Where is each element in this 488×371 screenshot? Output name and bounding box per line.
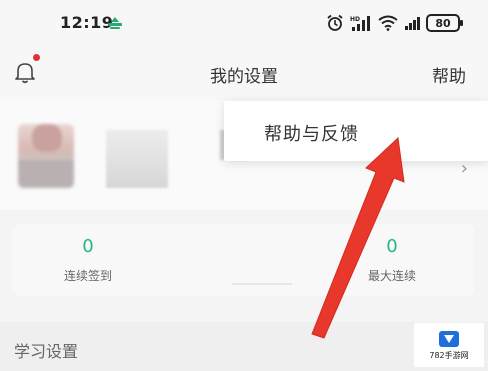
chevron-right-icon: ›	[460, 158, 468, 179]
svg-text:HD: HD	[350, 16, 360, 23]
learning-settings-title: 学习设置	[14, 342, 79, 361]
divider	[232, 283, 292, 285]
stat-value: 0	[82, 236, 94, 257]
status-bar: 12:19 HD 80	[0, 0, 488, 48]
stat-value: 0	[386, 236, 398, 257]
wifi-icon	[378, 15, 398, 31]
battery-indicator: 80	[426, 14, 463, 32]
page-title: 我的设置	[210, 67, 278, 87]
help-feedback-menu-item[interactable]: 帮助与反馈	[264, 120, 359, 146]
help-dropdown-menu: 帮助与反馈	[224, 101, 488, 161]
stat-label: 连续签到	[63, 269, 112, 283]
checkin-stats-card: 0 连续签到 0 最大连续	[12, 224, 474, 296]
signal-icon: HD	[350, 16, 370, 31]
app-notification-icon	[108, 17, 122, 29]
cellular-icon	[405, 17, 420, 30]
avatar[interactable]	[18, 124, 74, 188]
consecutive-checkin-stat: 0 连续签到	[18, 236, 158, 284]
help-button[interactable]: 帮助	[432, 62, 466, 87]
blurred-username	[106, 130, 168, 188]
stat-label: 最大连续	[367, 269, 416, 283]
watermark-logo-icon	[439, 330, 459, 347]
alarm-icon	[327, 14, 343, 31]
top-nav-bar: 我的设置 帮助	[0, 48, 488, 100]
watermark-text: 782手游网	[429, 350, 469, 360]
site-watermark: 782手游网	[414, 323, 484, 367]
max-streak-stat: 0 最大连续	[322, 236, 462, 284]
status-icons: HD 80	[326, 12, 463, 34]
notification-dot	[33, 54, 40, 61]
settings-screen: 12:19 HD 80 我的设置 帮助 › 帮助与反馈 0 连续签到 0 最大连…	[0, 0, 488, 371]
battery-level: 80	[435, 16, 451, 30]
